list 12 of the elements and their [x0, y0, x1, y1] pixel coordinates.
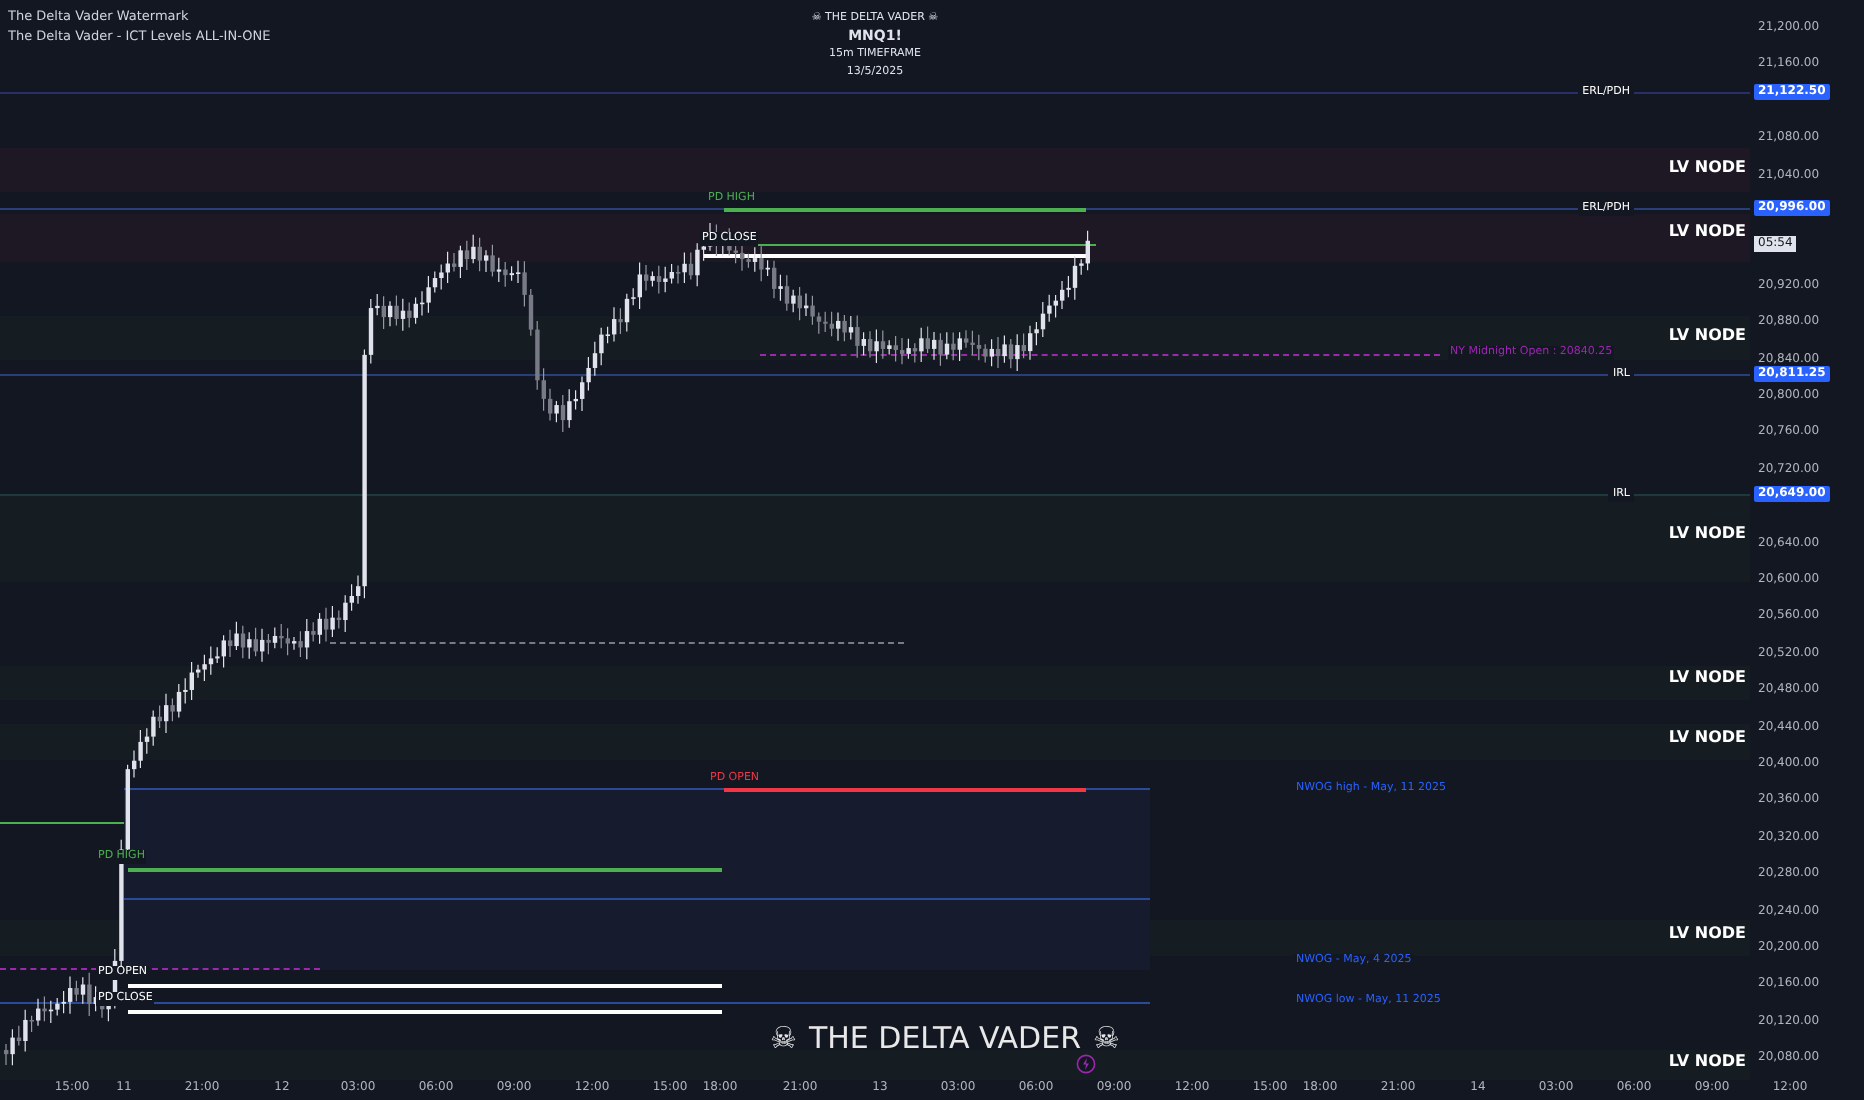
zone-label: LV NODE: [1668, 924, 1746, 942]
zone-label: LV NODE: [1668, 326, 1746, 344]
zone-label: LV NODE: [1668, 668, 1746, 686]
watermark-text: THE DELTA VADER: [808, 1020, 1082, 1056]
zone-label: LV NODE: [1668, 222, 1746, 240]
zone-label: LV NODE: [1668, 158, 1746, 176]
zone-label: LV NODE: [1668, 1052, 1746, 1070]
zone-label: LV NODE: [1668, 728, 1746, 746]
skull-icon: ☠: [770, 1020, 797, 1056]
skull-icon: ☠: [1093, 1020, 1120, 1056]
lightning-icon[interactable]: [1076, 1054, 1096, 1074]
zone-label: LV NODE: [1668, 524, 1746, 542]
